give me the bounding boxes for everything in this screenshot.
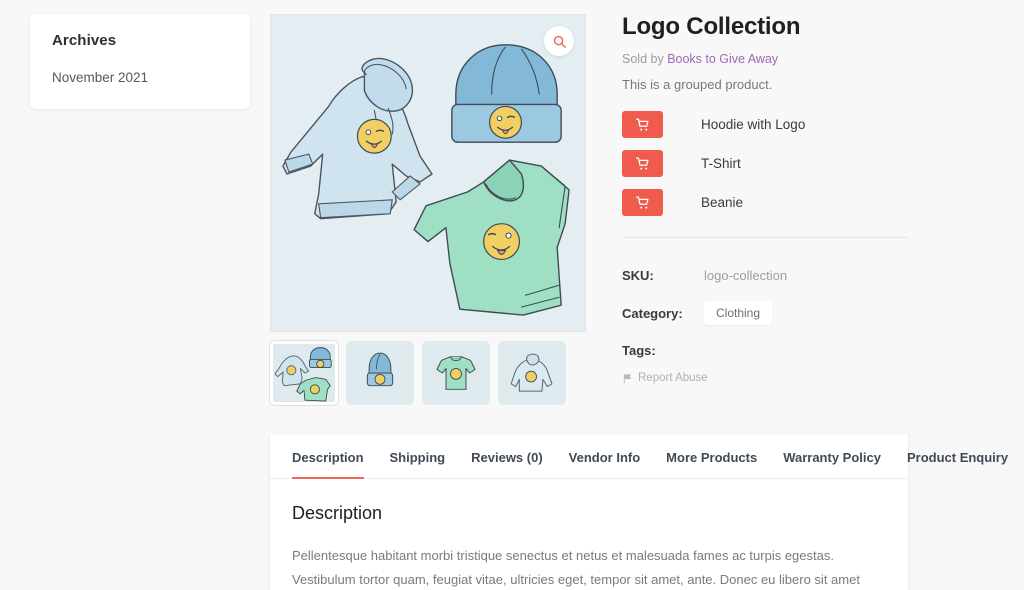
sku-label: SKU: [622,268,654,284]
shopping-cart-icon [635,196,649,209]
tab-panel-description: Description Pellentesque habitant morbi … [270,479,908,590]
widget-title: Archives [52,32,117,49]
thumbnail-group[interactable] [270,341,338,405]
emoji-logo [483,223,521,261]
shopping-cart-icon [635,157,649,170]
sidebar-item-november-2021[interactable]: November 2021 [52,70,148,85]
tab-more-products[interactable]: More Products [666,450,757,478]
tags-label: Tags: [622,343,656,359]
sidebar: Archives November 2021 [30,14,250,109]
category-badge-clothing[interactable]: Clothing [704,301,773,326]
product-meta: SKU: logo-collection Category: Clothing … [622,268,908,384]
panel-text: Pellentesque habitant morbi tristique se… [292,548,860,588]
product-tabs: Description Shipping Reviews (0) Vendor … [270,434,1008,479]
emoji-logo [489,105,523,139]
thumbnail-image-group [273,344,335,402]
divider [622,237,908,239]
thumbnail-image-hoodie [501,344,563,402]
meta-row-category: Category: Clothing [622,301,908,326]
zoom-image-button[interactable] [544,26,574,56]
emoji-logo [356,118,392,154]
grouped-product-list: Hoodie with Logo T-Shirt Beanie [622,111,908,217]
flag-icon [623,373,632,383]
archives-list: November 2021 [52,69,228,87]
thumbnail-strip [270,341,586,405]
add-to-cart-button-hoodie[interactable] [622,111,663,139]
sold-by-prefix: Sold by [622,52,664,67]
list-item: Beanie [622,189,908,217]
meta-row-tags: Tags: [622,343,908,358]
report-abuse-label: Report Abuse [638,372,708,385]
tab-reviews[interactable]: Reviews (0) [471,450,543,478]
thumbnail-image-beanie [349,344,411,402]
tab-product-enquiry[interactable]: Product Enquiry [907,450,1008,478]
product-page: Archives November 2021 Logo Collection S… [0,0,1024,590]
list-item: November 2021 [52,69,228,87]
vendor-link[interactable]: Books to Give Away [667,52,778,66]
sold-by: Sold by Books to Give Away [622,52,908,66]
grouped-product-note: This is a grouped product. [622,77,773,93]
product-gallery [270,14,586,405]
tab-description[interactable]: Description [292,450,364,479]
thumbnail-image-tshirt [425,344,487,402]
list-item: T-Shirt [622,150,908,178]
product-summary: Logo Collection Sold by Books to Give Aw… [622,13,908,384]
sku-value: logo-collection [704,268,788,284]
shopping-cart-icon [635,118,649,131]
product-link-beanie[interactable]: Beanie [701,195,743,210]
category-label: Category: [622,305,683,321]
tab-warranty-policy[interactable]: Warranty Policy [783,450,881,478]
thumbnail-hoodie[interactable] [498,341,566,405]
meta-row-sku: SKU: logo-collection [622,268,908,283]
search-icon [553,35,566,48]
add-to-cart-button-tshirt[interactable] [622,150,663,178]
list-item: Hoodie with Logo [622,111,908,139]
product-illustration [271,15,585,331]
product-link-hoodie[interactable]: Hoodie with Logo [701,117,805,132]
add-to-cart-button-beanie[interactable] [622,189,663,217]
tab-vendor-info[interactable]: Vendor Info [569,450,641,478]
tab-shipping[interactable]: Shipping [390,450,446,478]
product-link-tshirt[interactable]: T-Shirt [701,156,741,171]
page-title: Logo Collection [622,13,801,40]
archives-widget: Archives November 2021 [30,14,250,109]
product-tabs-card: Description Shipping Reviews (0) Vendor … [270,434,1008,590]
thumbnail-tshirt[interactable] [422,341,490,405]
report-abuse-link[interactable]: Report Abuse [622,372,908,384]
thumbnail-beanie[interactable] [346,341,414,405]
panel-heading: Description [292,503,383,523]
main-product-image[interactable] [270,14,586,332]
